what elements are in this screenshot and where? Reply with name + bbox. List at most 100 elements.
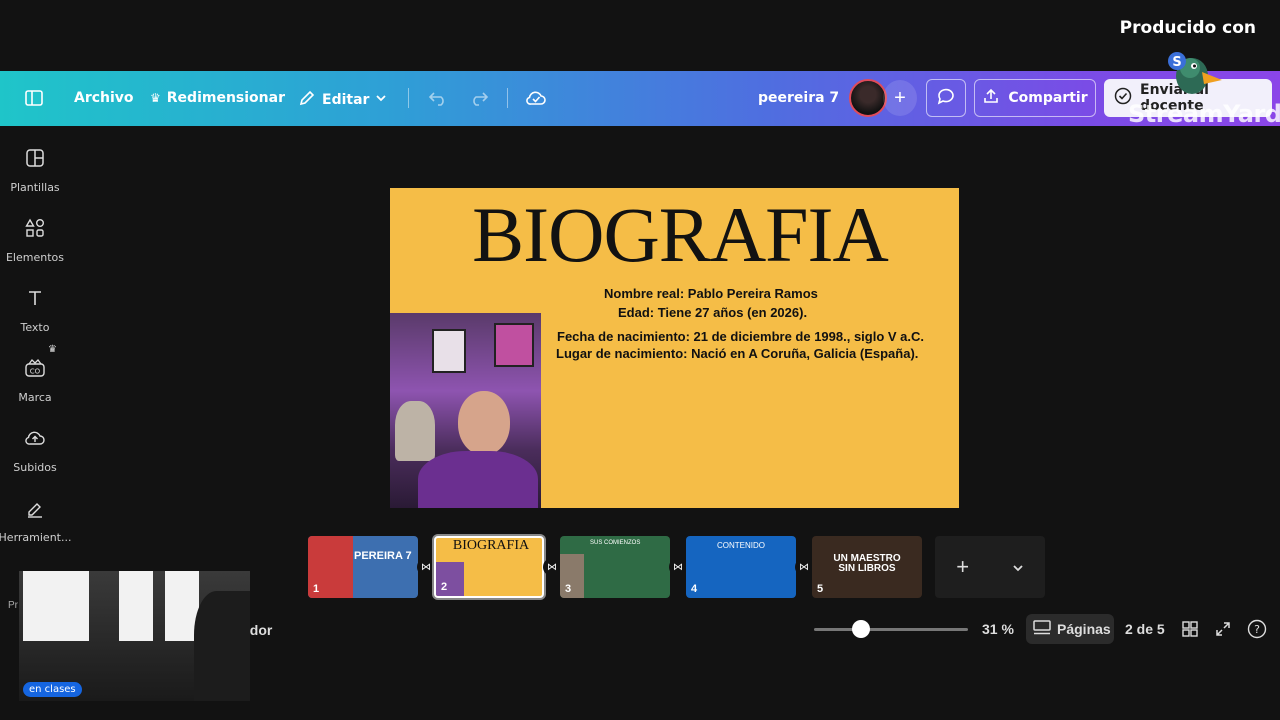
- add-collaborator-button[interactable]: +: [883, 80, 917, 116]
- tools-icon: [25, 498, 45, 523]
- slide-text-nombre[interactable]: Nombre real: Pablo Pereira Ramos: [604, 286, 818, 301]
- pages-label: Páginas: [1057, 621, 1111, 637]
- thumbnail-page[interactable]: CONTENIDO 4: [686, 536, 796, 598]
- thumbnail-number: 5: [817, 583, 824, 595]
- plus-icon: +: [956, 554, 970, 579]
- editar-menu[interactable]: Editar: [298, 89, 387, 111]
- archivo-menu[interactable]: Archivo: [74, 90, 134, 106]
- toolbar-separator: [408, 88, 409, 108]
- slide-title[interactable]: BIOGRAFIA: [390, 190, 959, 280]
- share-button[interactable]: Compartir: [974, 79, 1096, 117]
- add-page-button[interactable]: +: [935, 536, 1045, 598]
- thumbnail-number: 3: [565, 583, 572, 595]
- sidebar-item-texto[interactable]: Texto: [0, 288, 70, 334]
- sidebar-item-elementos[interactable]: Elementos: [0, 218, 70, 264]
- redo-icon[interactable]: [469, 89, 489, 107]
- window-light: [23, 571, 89, 641]
- slide-photo[interactable]: [390, 313, 541, 508]
- sidebar-label: Herramient...: [0, 531, 72, 544]
- project-name-label: peereira 7: [758, 90, 840, 106]
- webcam-person: [194, 591, 250, 701]
- sidebar-label: Plantillas: [10, 181, 60, 194]
- thumbnail-label: PEREIRA 7: [354, 550, 412, 562]
- upload-icon: [982, 87, 1000, 109]
- sidebar-label: Subidos: [13, 461, 57, 474]
- pencil-icon: [298, 89, 316, 111]
- brand-icon: CO: [24, 358, 46, 383]
- sidebar-toggle-icon[interactable]: [24, 88, 44, 108]
- window-light: [119, 571, 153, 641]
- svg-text:S: S: [1172, 55, 1181, 70]
- fullscreen-icon[interactable]: [1215, 621, 1231, 637]
- zoom-slider-track[interactable]: [814, 628, 968, 631]
- webcam-overlay: en clases: [19, 571, 250, 701]
- producido-label: Producido con: [1119, 18, 1256, 38]
- comment-icon: [936, 86, 956, 111]
- statue-figure: [395, 401, 435, 461]
- text-icon: [25, 288, 45, 313]
- upload-icon: [24, 428, 46, 453]
- sidebar-item-subidos[interactable]: Subidos: [0, 428, 70, 474]
- webcam-badge: en clases: [23, 682, 82, 697]
- picture-frame: [432, 329, 466, 373]
- transition-icon[interactable]: ⋈: [795, 558, 813, 576]
- chevron-down-icon[interactable]: [1012, 554, 1024, 580]
- editor-toolbar: Archivo ♛ Redimensionar Editar peereira …: [0, 71, 1280, 126]
- thumbnail-page[interactable]: PEREIRA 7 1: [308, 536, 418, 598]
- thumbnail-page[interactable]: UN MAESTRO SIN LIBROS 5: [812, 536, 922, 598]
- project-name[interactable]: peereira 7: [758, 90, 839, 106]
- grid-view-icon[interactable]: [1182, 621, 1198, 637]
- share-label: Compartir: [1008, 90, 1088, 106]
- sidebar-item-herramientas[interactable]: Herramient...: [0, 498, 72, 544]
- avatar[interactable]: [849, 79, 887, 117]
- comment-button[interactable]: [926, 79, 966, 117]
- zoom-percentage[interactable]: 31 %: [982, 621, 1014, 637]
- transition-icon[interactable]: ⋈: [669, 558, 687, 576]
- thumbnail-label: UN MAESTRO SIN LIBROS: [833, 553, 901, 574]
- sidebar-label: Elementos: [5, 251, 64, 264]
- slide-text-fecha[interactable]: Fecha de nacimiento: 21 de diciembre de …: [557, 329, 924, 344]
- pages-icon: [1033, 619, 1051, 639]
- transition-icon[interactable]: ⋈: [417, 558, 435, 576]
- pages-view-button[interactable]: Páginas: [1026, 614, 1114, 644]
- svg-text:CO: CO: [30, 368, 41, 376]
- redimensionar-label: Redimensionar: [166, 90, 285, 106]
- sidebar-label: Marca: [18, 391, 52, 404]
- toolbar-separator: [507, 88, 508, 108]
- sidebar-item-marca[interactable]: CO Marca: [0, 358, 70, 404]
- thumbnail-number: 1: [313, 583, 320, 595]
- thumbnail-image: [560, 554, 584, 598]
- streamyard-watermark: StreamYard: [1128, 100, 1280, 128]
- slide-canvas[interactable]: BIOGRAFIA Nombre real: Pablo Pereira Ram…: [390, 188, 959, 508]
- person-face: [458, 391, 510, 455]
- picture-frame: [494, 323, 534, 367]
- archivo-label: Archivo: [74, 90, 134, 106]
- thumbnail-page[interactable]: BIOGRAFIA 2: [434, 536, 544, 598]
- streamyard-duck-logo: S: [1164, 48, 1224, 98]
- elements-icon: [25, 218, 45, 243]
- zoom-slider-handle[interactable]: [852, 620, 870, 638]
- sidebar-item-plantillas[interactable]: Plantillas: [0, 148, 70, 194]
- transition-icon[interactable]: ⋈: [543, 558, 561, 576]
- thumbnail-number: 4: [691, 583, 698, 595]
- truncated-label: Pr: [8, 600, 18, 611]
- top-stripe: [0, 0, 1280, 71]
- person-hoodie: [418, 451, 538, 508]
- thumbnail-page[interactable]: SUS COMIENZOS 3: [560, 536, 670, 598]
- thumbnail-label: BIOGRAFIA: [452, 538, 530, 553]
- thumbnail-label: SUS COMIENZOS: [590, 540, 641, 546]
- page-counter: 2 de 5: [1125, 621, 1165, 637]
- slide-text-lugar[interactable]: Lugar de nacimiento: Nació en A Coruña, …: [556, 346, 918, 361]
- sidebar-label: Texto: [20, 321, 50, 334]
- cloud-saved-icon[interactable]: [525, 88, 547, 108]
- crown-icon: ♛: [150, 91, 161, 105]
- thumbnail-label: CONTENIDO: [717, 541, 765, 550]
- help-icon[interactable]: ?: [1247, 619, 1267, 639]
- crown-icon: ♛: [48, 344, 57, 355]
- redimensionar-button[interactable]: ♛ Redimensionar: [150, 90, 285, 106]
- undo-icon[interactable]: [428, 89, 448, 107]
- template-icon: [25, 148, 45, 173]
- thumbnail-number: 2: [441, 581, 448, 593]
- svg-text:?: ?: [1254, 623, 1260, 636]
- slide-text-edad[interactable]: Edad: Tiene 27 años (en 2026).: [618, 305, 807, 320]
